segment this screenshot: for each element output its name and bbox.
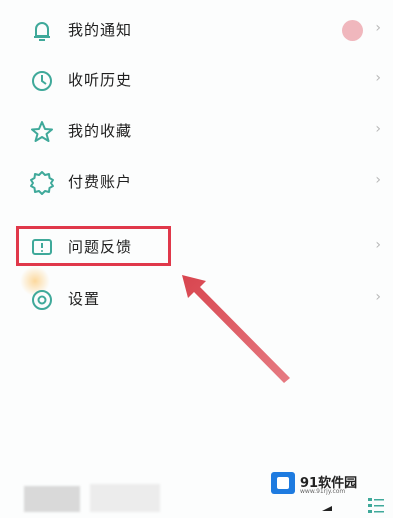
menu-item-label: 付费账户 bbox=[68, 173, 133, 191]
signal-icon bbox=[322, 506, 332, 511]
menu-item-label: 收听历史 bbox=[68, 71, 133, 89]
menu-item-label: 我的收藏 bbox=[68, 122, 133, 140]
user-name-blurred bbox=[90, 484, 160, 512]
chevron-right-icon: › bbox=[375, 20, 381, 36]
bell-icon bbox=[28, 17, 56, 45]
menu-item-paid-account[interactable]: 付费账户 › bbox=[0, 161, 393, 205]
watermark: 91软件园 www.91rjy.com bbox=[271, 470, 361, 496]
menu-item-favorites[interactable]: 我的收藏 › bbox=[0, 110, 393, 154]
chevron-right-icon: › bbox=[375, 172, 381, 188]
list-menu-icon[interactable] bbox=[367, 496, 385, 514]
watermark-logo-icon bbox=[271, 472, 295, 494]
notification-badge bbox=[342, 20, 363, 41]
user-avatar-blurred bbox=[24, 486, 80, 512]
chevron-right-icon: › bbox=[375, 121, 381, 137]
settings-icon bbox=[28, 286, 56, 314]
clock-icon bbox=[28, 67, 56, 95]
menu-item-label: 我的通知 bbox=[68, 21, 133, 39]
chevron-right-icon: › bbox=[375, 237, 381, 253]
chevron-right-icon: › bbox=[375, 289, 381, 305]
watermark-subtext: www.91rjy.com bbox=[300, 488, 346, 495]
menu-item-label: 设置 bbox=[68, 290, 101, 308]
chevron-right-icon: › bbox=[375, 70, 381, 86]
star-icon bbox=[28, 118, 56, 146]
menu-item-history[interactable]: 收听历史 › bbox=[0, 59, 393, 103]
menu-item-notifications[interactable]: 我的通知 › bbox=[0, 9, 393, 53]
badge-icon bbox=[28, 169, 56, 197]
menu-item-settings[interactable]: 设置 › bbox=[0, 278, 393, 322]
annotation-highlight-box bbox=[16, 226, 171, 266]
